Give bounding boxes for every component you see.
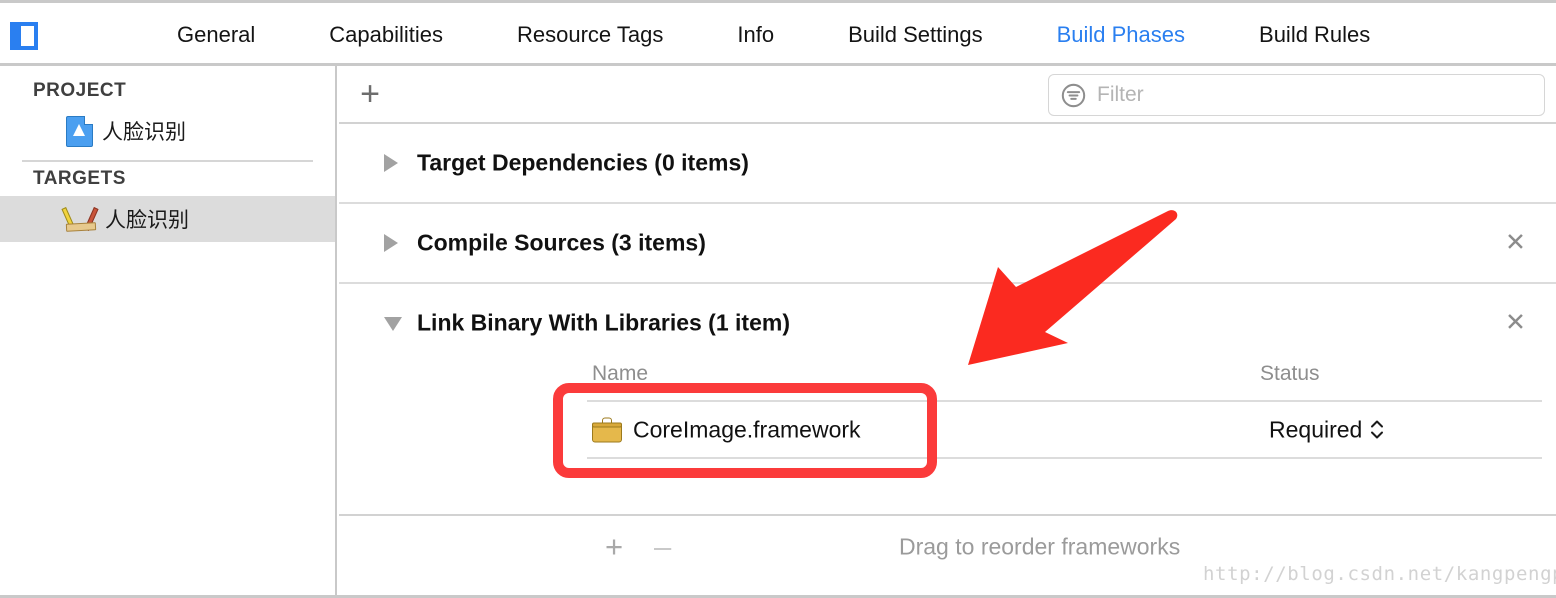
sidebar-item-target-人脸识别[interactable]: 人脸识别 — [0, 196, 335, 242]
column-header-name: Name — [592, 362, 649, 385]
table-row-empty[interactable] — [339, 459, 1556, 514]
sidebar-section-project: PROJECT — [33, 80, 127, 101]
tab-capabilities[interactable]: Capabilities — [292, 3, 480, 66]
framework-briefcase-icon — [592, 417, 622, 442]
framework-name-label: CoreImage.framework — [633, 416, 861, 442]
drag-reorder-hint: Drag to reorder frameworks — [899, 533, 1181, 560]
build-phases-toolbar: + Filter — [339, 66, 1556, 124]
navigator-panel-toggle-icon[interactable] — [10, 22, 38, 50]
tab-resource-tags[interactable]: Resource Tags — [480, 3, 700, 66]
project-target-sidebar: PROJECT 人脸识别 TARGETS 人脸识别 — [0, 66, 337, 598]
editor-tab-bar: General Capabilities Resource Tags Info … — [0, 0, 1556, 66]
build-phase-title: Compile Sources (3 items) — [417, 229, 706, 256]
project-document-icon — [66, 115, 93, 147]
add-framework-button[interactable]: + — [605, 531, 623, 562]
tab-build-phases[interactable]: Build Phases — [1020, 3, 1222, 66]
build-phase-title: Link Binary With Libraries (1 item) — [417, 309, 790, 336]
chevron-right-icon[interactable] — [384, 234, 398, 252]
target-icon — [61, 205, 99, 233]
tab-list: General Capabilities Resource Tags Info … — [140, 3, 1407, 66]
tab-general[interactable]: General — [140, 3, 292, 66]
build-phase-link-binary-with-libraries[interactable]: Link Binary With Libraries (1 item) ✕ — [339, 284, 1556, 362]
sidebar-item-project-人脸识别[interactable]: 人脸识别 — [0, 108, 335, 154]
filter-field[interactable]: Filter — [1048, 74, 1545, 116]
table-row[interactable]: CoreImage.framework Required — [339, 402, 1556, 457]
remove-framework-button[interactable]: – — [654, 531, 671, 562]
chevron-right-icon[interactable] — [384, 154, 398, 172]
navigator-panel-toggle-bar — [14, 26, 21, 46]
tab-build-rules[interactable]: Build Rules — [1222, 3, 1407, 66]
tab-build-settings[interactable]: Build Settings — [811, 3, 1020, 66]
tab-info[interactable]: Info — [700, 3, 811, 66]
framework-status-stepper[interactable]: Required — [1269, 416, 1384, 443]
framework-status-label: Required — [1269, 416, 1363, 442]
build-phase-target-dependencies[interactable]: Target Dependencies (0 items) — [339, 124, 1556, 202]
filter-icon — [1061, 83, 1086, 107]
column-header-status: Status — [1260, 362, 1320, 385]
filter-input-placeholder[interactable]: Filter — [1097, 83, 1144, 107]
frameworks-table-header: Name Status — [339, 362, 1556, 400]
remove-phase-icon[interactable]: ✕ — [1505, 230, 1526, 256]
framework-name-cell: CoreImage.framework — [592, 416, 861, 443]
remove-phase-icon[interactable]: ✕ — [1505, 310, 1526, 336]
stepper-chevrons-icon[interactable] — [1370, 420, 1384, 440]
build-phases-pane: + Filter Target Dependencies (0 items) C… — [339, 66, 1556, 598]
frameworks-table: Name Status CoreImage.framework Required — [339, 362, 1556, 578]
sidebar-item-label: 人脸识别 — [105, 208, 189, 232]
xcode-build-phases-window: General Capabilities Resource Tags Info … — [0, 0, 1556, 598]
build-phase-title: Target Dependencies (0 items) — [417, 149, 749, 176]
build-phase-compile-sources[interactable]: Compile Sources (3 items) ✕ — [339, 204, 1556, 282]
add-build-phase-button[interactable]: + — [353, 77, 387, 112]
watermark-url: http://blog.csdn.net/kangpengpeng1 — [1203, 563, 1556, 585]
sidebar-section-targets: TARGETS — [33, 168, 126, 189]
chevron-down-icon[interactable] — [384, 317, 402, 331]
sidebar-item-label: 人脸识别 — [102, 120, 186, 144]
